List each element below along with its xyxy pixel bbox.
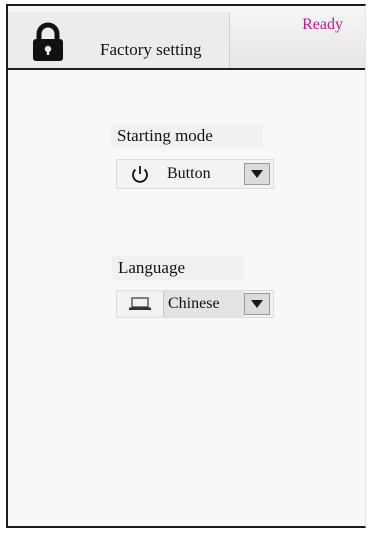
- starting-mode-select[interactable]: Button: [116, 159, 274, 189]
- header-bar: Factory setting Ready: [8, 6, 365, 70]
- laptop-icon: [129, 297, 151, 310]
- language-label: Language: [112, 256, 244, 280]
- power-icon-box: [117, 160, 163, 188]
- starting-mode-value: Button: [167, 165, 211, 182]
- language-dropdown-button[interactable]: [244, 293, 270, 315]
- chevron-down-icon: [251, 300, 263, 308]
- laptop-icon-box: [117, 291, 163, 317]
- chevron-down-icon: [251, 170, 263, 178]
- factory-settings-screen: Factory setting Ready Starting mode Butt…: [6, 4, 366, 528]
- starting-mode-dropdown-button[interactable]: [244, 163, 270, 185]
- page-title: Factory setting: [100, 40, 202, 59]
- status-text: Ready: [302, 16, 343, 33]
- language-value: Chinese: [163, 291, 244, 317]
- language-select[interactable]: Chinese: [116, 290, 274, 318]
- tab-factory-setting[interactable]: Factory setting: [8, 12, 230, 68]
- starting-mode-label: Starting mode: [111, 124, 263, 148]
- lock-icon: [33, 22, 63, 61]
- power-icon: [132, 166, 148, 183]
